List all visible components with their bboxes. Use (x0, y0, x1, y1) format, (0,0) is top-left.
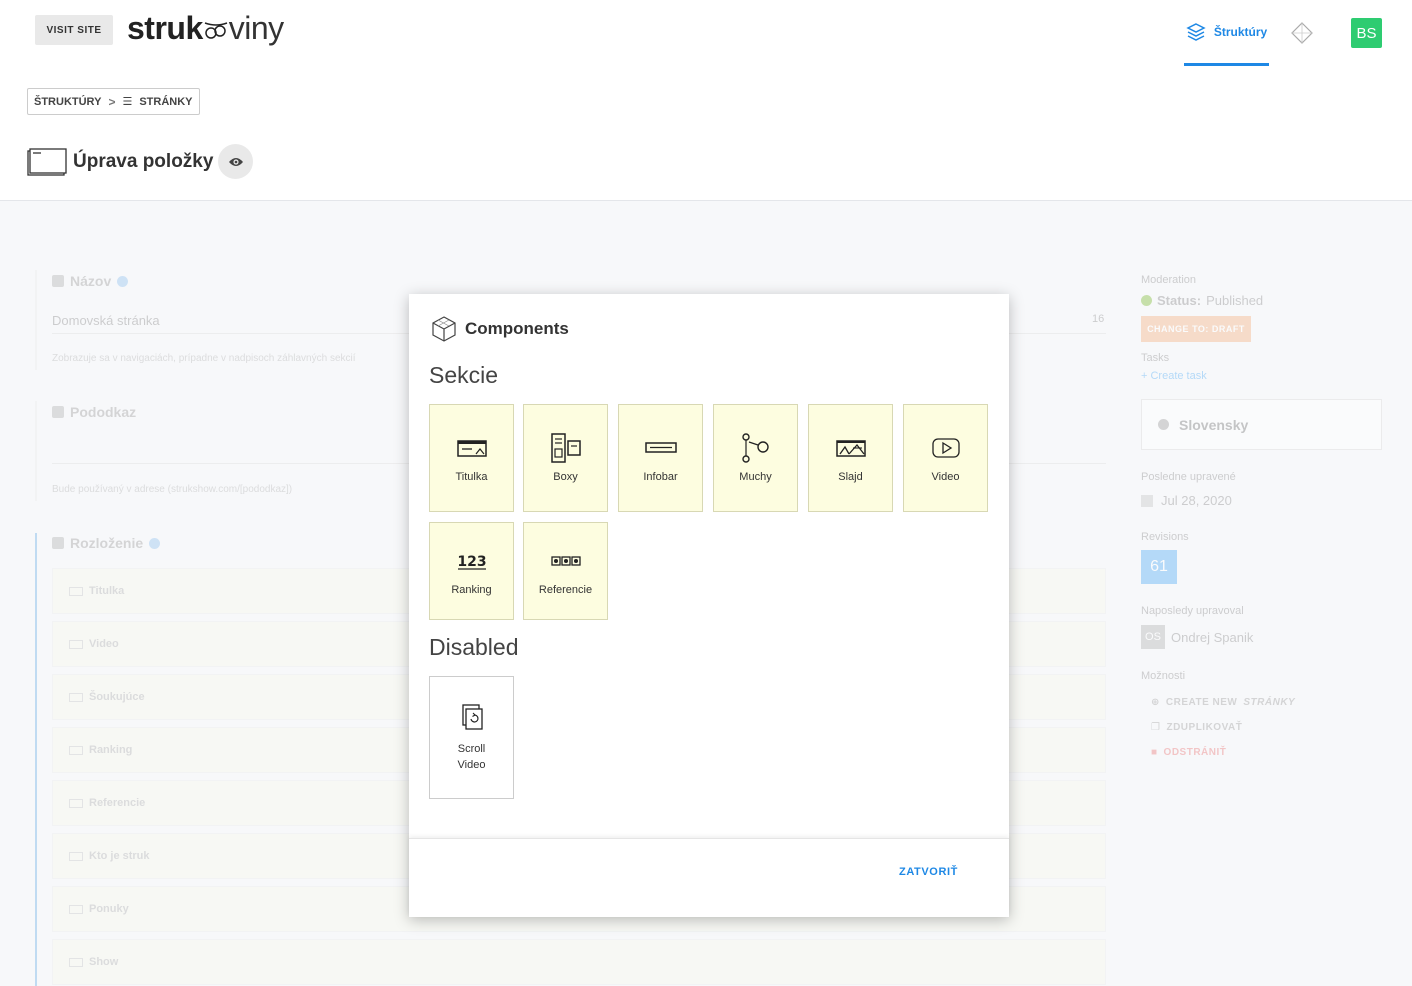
language-selector[interactable]: Slovensky (1141, 399, 1382, 450)
options-label: Možnosti (1141, 670, 1186, 682)
layout-bar (35, 533, 37, 986)
updated-row: Jul 28, 2020 (1141, 493, 1232, 508)
nav-structures-label: Štruktúry (1213, 24, 1268, 39)
page-stack-icon (27, 148, 67, 176)
create-task-link[interactable]: + Create task (1141, 370, 1207, 382)
menu-icon: ☰ (122, 96, 133, 108)
page-title-wrap: Úprava položky (27, 147, 213, 177)
row-icon (69, 745, 83, 755)
components-modal: Components Sekcie Titulka Boxy Infobar M… (409, 294, 1009, 917)
row-icon (69, 851, 83, 861)
udder-logo-icon (204, 22, 228, 39)
globe-icon (149, 537, 161, 549)
editor-name: Ondrej Spanik (1171, 630, 1254, 645)
trash-icon: ■ (1151, 747, 1158, 758)
video-play-icon (931, 438, 960, 458)
name-hint: Zobrazuje sa v navigaciách, prípadne v n… (52, 353, 356, 364)
name-char-count: 16 (1092, 313, 1105, 325)
infobar-icon (644, 442, 677, 453)
component-tile-titulka[interactable]: Titulka (429, 404, 514, 512)
create-new-option[interactable]: ⊕ CREATE NEW STRÁNKY (1151, 697, 1295, 708)
layout-field-label: Rozloženie (52, 535, 161, 551)
edit-icon (52, 275, 64, 287)
component-tile-video[interactable]: Video (903, 404, 988, 512)
change-to-draft-button[interactable]: CHANGE TO: DRAFT (1141, 316, 1251, 342)
component-tile-slajd[interactable]: Slajd (808, 404, 893, 512)
name-field-label: Názov (52, 273, 129, 289)
scroll-video-icon (461, 703, 483, 730)
user-avatar[interactable]: BS (1351, 18, 1382, 48)
top-bar: VISIT SITE struk viny Štruktúry BS (0, 0, 1412, 66)
layout-row[interactable]: Show (52, 939, 1106, 985)
breadcrumb-pages[interactable]: STRÁNKY (139, 96, 192, 108)
ranking-icon: 123 (457, 554, 486, 570)
component-tile-muchy[interactable]: Muchy (713, 404, 798, 512)
section-disabled-title: Disabled (429, 634, 519, 660)
slug-hint: Bude používaný v adrese (strukshow.com/[… (52, 484, 293, 495)
preview-button[interactable] (218, 144, 253, 179)
visit-site-button[interactable]: VISIT SITE (35, 15, 113, 45)
globe-icon (1158, 419, 1169, 430)
row-icon (69, 904, 83, 914)
row-icon (69, 798, 83, 808)
slajd-icon (835, 440, 866, 457)
moderation-label: Moderation (1141, 274, 1197, 286)
breadcrumb: ŠTRUKTÚRY > ☰ STRÁNKY (27, 88, 200, 115)
modal-title: Components (430, 315, 569, 343)
editor-avatar: OS (1141, 625, 1165, 649)
component-tile-referencie[interactable]: Referencie (523, 522, 608, 620)
last-editor-label: Naposledy upravoval (1141, 605, 1244, 617)
globe-icon (117, 275, 129, 287)
modal-footer: ZATVORIŤ (409, 838, 1009, 917)
field-bar (35, 401, 37, 501)
tasks-label: Tasks (1141, 352, 1170, 364)
duplicate-option[interactable]: ❐ ZDUPLIKOVAŤ (1151, 722, 1242, 733)
nav-structures-tab[interactable]: Štruktúry (1184, 0, 1269, 66)
referencie-icon (550, 556, 581, 566)
breadcrumb-structures[interactable]: ŠTRUKTÚRY (34, 96, 101, 108)
component-tile-scroll-video[interactable]: Scroll Video (429, 676, 514, 799)
page-header: ŠTRUKTÚRY > ☰ STRÁNKY Úprava položky (0, 66, 1412, 201)
calendar-icon (1141, 494, 1153, 507)
component-tile-infobar[interactable]: Infobar (618, 404, 703, 512)
row-icon (69, 957, 83, 967)
svg-text:123: 123 (457, 554, 486, 570)
delete-option[interactable]: ■ ODSTRÁNIŤ (1151, 747, 1226, 758)
logo[interactable]: struk viny (127, 10, 284, 47)
muchy-icon (741, 433, 769, 463)
component-tile-ranking[interactable]: 123 Ranking (429, 522, 514, 620)
revisions-badge[interactable]: 61 (1141, 550, 1177, 584)
edit-icon (52, 406, 64, 418)
diamond-icon[interactable] (1291, 22, 1313, 44)
cube-icon (432, 316, 456, 342)
layers-icon (1186, 22, 1206, 41)
page-title: Úprava položky (73, 151, 214, 172)
updated-label: Posledne upravené (1141, 471, 1236, 483)
edit-icon (52, 537, 64, 549)
boxy-icon (550, 433, 581, 463)
status-dot (1141, 295, 1152, 306)
plus-circle-icon: ⊕ (1151, 697, 1160, 708)
section-sekcie-title: Sekcie (429, 362, 499, 388)
breadcrumb-separator: > (108, 94, 116, 109)
row-icon (69, 692, 83, 702)
row-icon (69, 639, 83, 649)
component-tile-boxy[interactable]: Boxy (523, 404, 608, 512)
modal-body: Components Sekcie Titulka Boxy Infobar M… (409, 294, 1009, 838)
slug-field-label: Pododkaz (52, 404, 136, 420)
row-icon (69, 586, 83, 596)
revisions-label: Revisions (1141, 531, 1189, 543)
titulka-icon (456, 440, 487, 457)
eye-icon (228, 157, 243, 166)
copy-icon: ❐ (1151, 722, 1161, 733)
close-modal-button[interactable]: ZATVORIŤ (899, 866, 958, 878)
name-input[interactable]: Domovská stránka (52, 313, 160, 328)
field-bar (35, 270, 37, 370)
status-row: Status: Published (1141, 293, 1263, 308)
